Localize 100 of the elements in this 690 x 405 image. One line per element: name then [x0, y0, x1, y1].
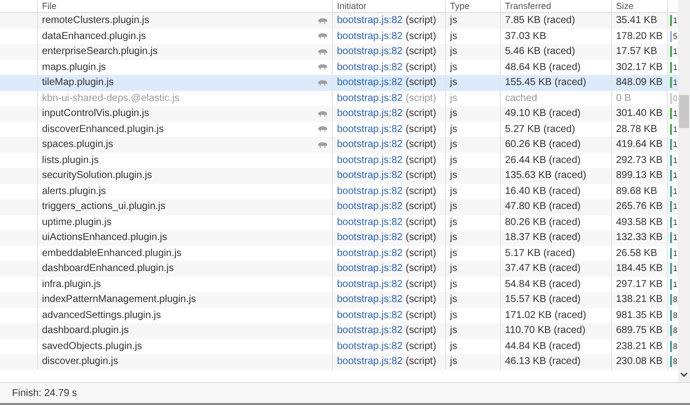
initiator-link[interactable]: bootstrap.js:82 — [337, 340, 403, 352]
request-row[interactable]: uiActionsEnhanced.plugin.js bootstrap.js:82 (script) js 18.37 KB (raced) 132.33 KB 1 — [0, 230, 678, 246]
size-cell: 689.75 KB — [616, 325, 663, 336]
type-cell: js — [450, 340, 458, 352]
initiator-link[interactable]: bootstrap.js:82 — [337, 92, 403, 104]
timing-text: 1 — [673, 233, 678, 242]
initiator-link[interactable]: bootstrap.js:82 — [337, 216, 403, 228]
transferred-cell: cached — [505, 92, 538, 104]
type-cell: js — [450, 248, 458, 259]
timing-text: 8 — [673, 326, 678, 336]
size-cell: 493.58 KB — [616, 216, 663, 228]
type-cell: js — [450, 154, 458, 166]
size-cell: 230.08 KB — [616, 356, 663, 368]
file-name: remoteClusters.plugin.js — [42, 15, 150, 26]
initiator-link[interactable]: bootstrap.js:82 — [337, 154, 403, 166]
initiator-cause: (script) — [406, 77, 436, 88]
file-name: lists.plugin.js — [42, 154, 99, 166]
initiator-link[interactable]: bootstrap.js:82 — [337, 310, 403, 321]
column-header[interactable]: File — [42, 1, 57, 11]
request-row[interactable]: enterpriseSearch.plugin.js bootstrap.js:82 (script) js 5.46 KB (raced) 17.57 KB 1 — [0, 44, 678, 60]
transferred-cell: 54.84 KB (raced) — [505, 278, 581, 290]
type-cell: js — [450, 15, 458, 26]
request-row[interactable]: triggers_actions_ui.plugin.js bootstrap.js:82 (script) js 47.80 KB (raced) 265.76 KB 1 — [0, 199, 678, 214]
initiator-link[interactable]: bootstrap.js:82 — [337, 139, 403, 150]
transferred-cell: 26.44 KB (raced) — [505, 154, 581, 166]
request-row[interactable]: inputControlVis.plugin.js bootstrap.js:82 (script) js 49.10 KB (raced) 301.40 KB 1 — [0, 106, 678, 122]
timing-text: 1 — [673, 202, 678, 212]
type-cell: js — [450, 170, 458, 182]
initiator-link[interactable]: bootstrap.js:82 — [337, 294, 403, 306]
timing-text: 1 — [673, 78, 678, 88]
timing-text: 1 — [673, 186, 678, 196]
file-name: securitySolution.plugin.js — [42, 170, 152, 182]
size-cell: 265.76 KB — [616, 201, 663, 212]
initiator-link[interactable]: bootstrap.js:82 — [337, 325, 403, 336]
request-row[interactable]: spaces.plugin.js bootstrap.js:82 (script) js 60.26 KB (raced) 419.64 KB 1 — [0, 137, 678, 152]
initiator-link[interactable]: bootstrap.js:82 — [337, 263, 403, 274]
initiator-cause: (script) — [406, 30, 436, 42]
timing-text: 1 — [673, 109, 678, 118]
timing-text: 1 — [673, 280, 678, 289]
transferred-cell: 171.02 KB (raced) — [505, 310, 586, 321]
transferred-cell: 16.40 KB (raced) — [505, 186, 581, 197]
initiator-link[interactable]: bootstrap.js:82 — [337, 278, 403, 290]
initiator-cause: (script) — [406, 186, 436, 197]
transferred-cell: 5.17 KB (raced) — [505, 248, 576, 259]
request-row[interactable]: discover.plugin.js bootstrap.js:82 (script) js 46.13 KB (raced) 230.08 KB 8 — [0, 354, 678, 370]
scrollbar[interactable] — [678, 0, 690, 382]
initiator-link[interactable]: bootstrap.js:82 — [337, 124, 403, 135]
transferred-cell: 44.84 KB (raced) — [505, 340, 581, 352]
type-cell: js — [450, 232, 458, 244]
scrollbar-thumb[interactable] — [679, 95, 689, 128]
initiator-link[interactable]: bootstrap.js:82 — [337, 170, 403, 182]
type-cell: js — [450, 356, 458, 368]
initiator-link[interactable]: bootstrap.js:82 — [337, 46, 403, 58]
type-cell: js — [450, 263, 458, 274]
initiator-link[interactable]: bootstrap.js:82 — [337, 62, 403, 73]
initiator-link[interactable]: bootstrap.js:82 — [337, 186, 403, 197]
size-cell: 26.58 KB — [616, 248, 658, 259]
initiator-link[interactable]: bootstrap.js:82 — [337, 356, 403, 368]
file-name: kbn-ui-shared-deps.@elastic.js — [42, 92, 180, 104]
initiator-cause: (script) — [406, 170, 436, 182]
initiator-link[interactable]: bootstrap.js:82 — [337, 248, 403, 259]
file-name: enterpriseSearch.plugin.js — [42, 46, 158, 58]
initiator-link[interactable]: bootstrap.js:82 — [337, 108, 403, 120]
timing-text: 1 — [673, 140, 678, 150]
type-cell: js — [450, 46, 458, 58]
request-row[interactable]: dashboardEnhanced.plugin.js bootstrap.js:82 (script) js 37.47 KB (raced) 184.45 KB 1 — [0, 261, 678, 276]
file-name: uiActionsEnhanced.plugin.js — [42, 232, 168, 244]
column-header[interactable]: Initiator — [337, 1, 367, 11]
type-cell: js — [450, 30, 458, 42]
column-header[interactable]: Transferred — [505, 1, 552, 11]
type-cell: js — [450, 62, 458, 73]
size-cell: 138.21 KB — [616, 294, 663, 306]
transferred-cell: 80.26 KB (raced) — [505, 216, 581, 228]
size-cell: 848.09 KB — [616, 77, 663, 88]
size-cell: 28.78 KB — [616, 124, 658, 135]
initiator-link[interactable]: bootstrap.js:82 — [337, 232, 403, 244]
type-cell: js — [450, 310, 458, 321]
initiator-cause: (script) — [406, 139, 436, 150]
request-row[interactable]: remoteClusters.plugin.js bootstrap.js:82 (script) js 7.85 KB (raced) 35.41 KB 1 — [0, 13, 678, 28]
request-row[interactable]: indexPatternManagement.plugin.js bootstrap.js:82 (script) js 15.57 KB (raced) 138.21 KB 8 — [0, 292, 678, 308]
timing-text: 8 — [673, 342, 678, 351]
column-header[interactable]: Size — [616, 1, 634, 11]
initiator-cause: (script) — [406, 356, 436, 368]
file-name: inputControlVis.plugin.js — [42, 108, 150, 120]
request-row[interactable]: securitySolution.plugin.js bootstrap.js:82 (script) js 135.63 KB (raced) 899.13 KB 1 — [0, 168, 678, 184]
type-cell: js — [450, 92, 458, 104]
initiator-link[interactable]: bootstrap.js:82 — [337, 15, 403, 26]
column-header[interactable]: Type — [450, 1, 470, 11]
request-row[interactable]: tileMap.plugin.js bootstrap.js:82 (script) js 155.45 KB (raced) 848.09 KB 1 — [0, 75, 678, 90]
scroll-down-icon[interactable] — [680, 372, 688, 378]
size-cell: 302.17 KB — [616, 62, 663, 73]
initiator-link[interactable]: bootstrap.js:82 — [337, 30, 403, 42]
initiator-cause: (script) — [406, 340, 436, 352]
initiator-cause: (script) — [406, 278, 436, 290]
request-row[interactable]: dashboard.plugin.js bootstrap.js:82 (script) js 110.70 KB (raced) 689.75 KB 8 — [0, 323, 678, 338]
initiator-cause: (script) — [406, 216, 436, 228]
timing-text: 1 — [673, 248, 678, 258]
file-name: dashboardEnhanced.plugin.js — [42, 263, 174, 274]
initiator-link[interactable]: bootstrap.js:82 — [337, 77, 403, 88]
initiator-link[interactable]: bootstrap.js:82 — [337, 201, 403, 212]
